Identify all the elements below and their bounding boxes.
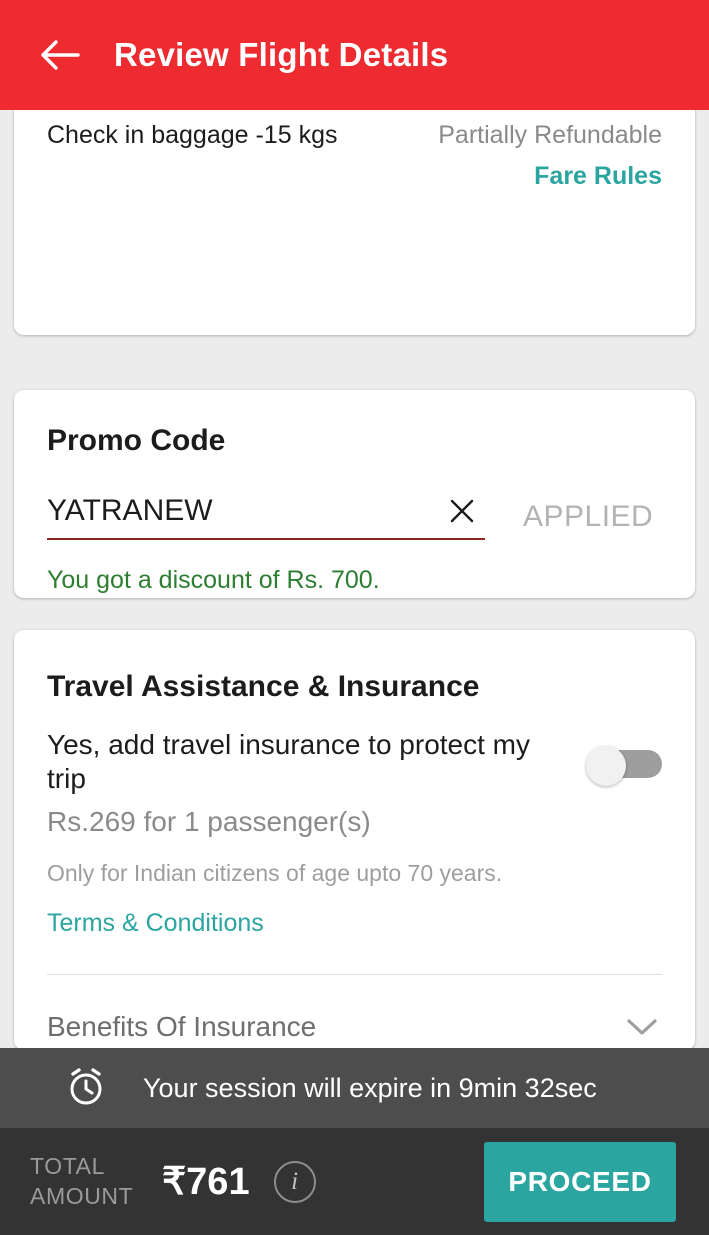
toggle-knob: [586, 746, 626, 786]
insurance-divider: [47, 974, 662, 976]
total-label-line2: AMOUNT: [30, 1182, 134, 1209]
insurance-title: Travel Assistance & Insurance: [47, 670, 480, 703]
session-expiry-bar: Your session will expire in 9min 32sec: [0, 1048, 709, 1128]
promo-code-card: Promo Code APPLIED You got a discount of…: [14, 390, 695, 598]
promo-discount-message: You got a discount of Rs. 700.: [47, 566, 380, 594]
promo-code-field[interactable]: [47, 494, 485, 540]
travel-insurance-card: Travel Assistance & Insurance Yes, add t…: [14, 630, 695, 1050]
promo-code-input[interactable]: [47, 494, 445, 528]
insurance-option-text: Yes, add travel insurance to protect my …: [47, 729, 530, 795]
review-flight-details-screen: 19:45 20:55 Terminal - T-1 01h 10m Termi…: [0, 0, 709, 1235]
insurance-price: Rs.269 for 1 passenger(s): [47, 806, 371, 838]
total-label-line1: TOTAL: [30, 1153, 105, 1180]
info-icon[interactable]: i: [273, 1160, 316, 1203]
close-icon[interactable]: [445, 494, 479, 528]
session-expiry-message: Your session will expire in 9min 32sec: [143, 1072, 597, 1103]
app-bar: Review Flight Details: [0, 0, 709, 110]
insurance-toggle[interactable]: [586, 746, 662, 786]
total-amount-bar: TOTAL AMOUNT ₹761 i PROCEED: [0, 1128, 709, 1235]
benefits-label: Benefits Of Insurance: [47, 1011, 317, 1043]
total-amount-label: TOTAL AMOUNT: [30, 1152, 148, 1211]
alarm-clock-icon: [62, 1062, 110, 1115]
insurance-eligibility-note: Only for Indian citizens of age upto 70 …: [47, 860, 503, 887]
promo-input-row: APPLIED: [47, 494, 662, 540]
arrow-left-icon[interactable]: [32, 27, 88, 83]
insurance-option-row: Yes, add travel insurance to protect my …: [47, 728, 662, 796]
benefits-of-insurance-row[interactable]: Benefits Of Insurance: [47, 1011, 662, 1043]
insurance-terms-link[interactable]: Terms & Conditions: [47, 909, 662, 938]
refund-column: Partially Refundable Fare Rules: [438, 121, 662, 191]
total-amount-value: ₹761: [162, 1161, 250, 1203]
baggage-info: Check in baggage -15 kgs: [47, 121, 338, 149]
fare-rules-link[interactable]: Fare Rules: [438, 162, 662, 191]
baggage-refund-row: Check in baggage -15 kgs Partially Refun…: [47, 121, 662, 191]
refund-status: Partially Refundable: [438, 121, 662, 149]
page-title: Review Flight Details: [114, 36, 449, 73]
promo-applied-label: APPLIED: [523, 500, 654, 533]
promo-code-title: Promo Code: [47, 424, 226, 457]
proceed-button[interactable]: PROCEED: [484, 1141, 676, 1222]
chevron-down-icon[interactable]: [622, 1013, 662, 1041]
